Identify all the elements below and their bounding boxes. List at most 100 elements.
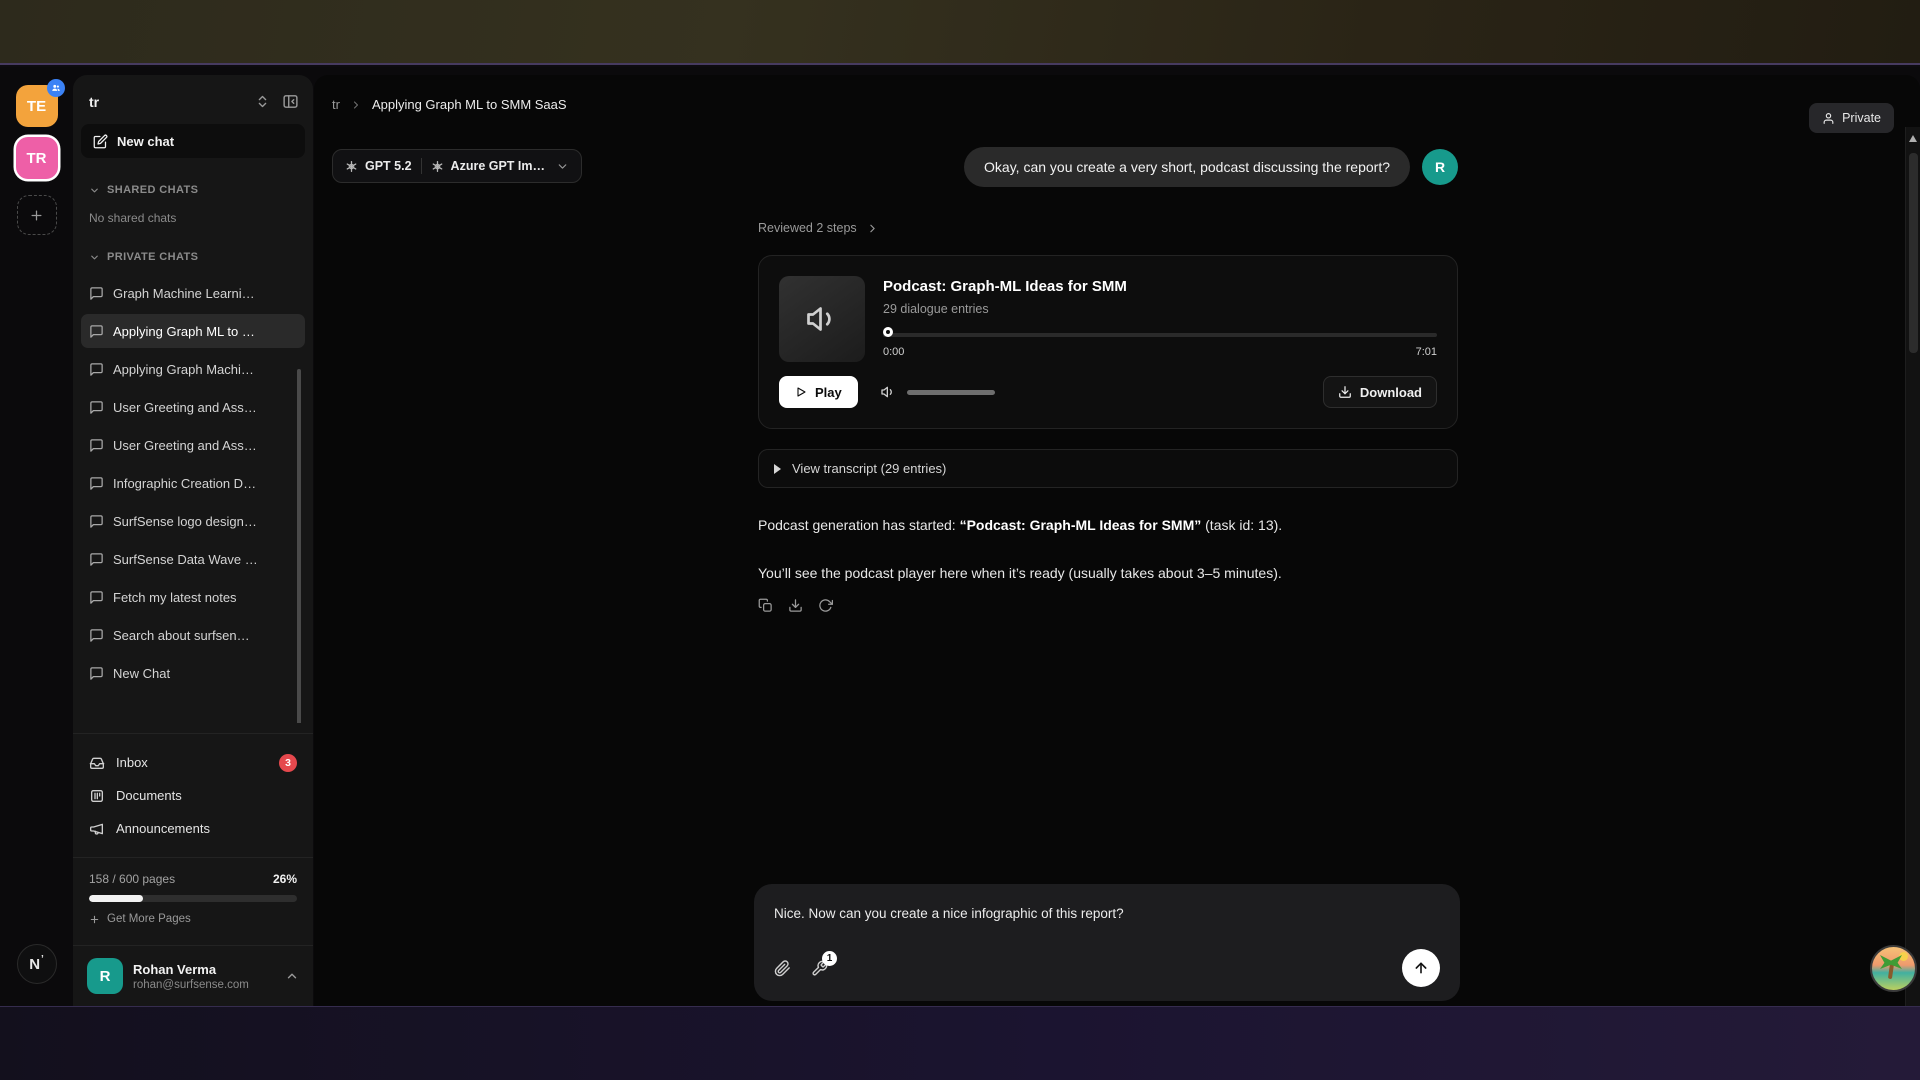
volume-slider[interactable] [907,390,995,395]
send-button[interactable] [1402,949,1440,987]
volume-control [880,384,995,400]
main-scrollbar[interactable] [1905,127,1920,1006]
new-chat-icon [93,134,108,149]
arrow-up-icon [1413,960,1429,976]
workspace-switcher-icon[interactable] [255,94,270,109]
openai-icon [345,160,358,173]
play-button[interactable]: Play [779,376,858,408]
scrollbar-thumb[interactable] [1909,153,1918,353]
status-podcast-name: “Podcast: Graph-ML Ideas for SMM” [960,517,1202,533]
pages-progress-bar [89,895,297,902]
get-more-pages-label: Get More Pages [107,913,191,925]
chat-list: Graph Machine Learni… Applying Graph ML … [73,276,313,690]
sidebar-item-inbox[interactable]: Inbox 3 [81,746,305,779]
chevron-up-icon [285,969,299,983]
sidebar-item-documents[interactable]: Documents [81,779,305,812]
desktop-bottom-band [0,1006,1920,1080]
account-menu[interactable]: R Rohan Verma rohan@surfsense.com [73,945,313,1006]
scroll-up-arrow[interactable] [1909,135,1917,142]
inbox-label: Inbox [116,755,148,770]
workspace-te[interactable]: TE [16,85,58,127]
chat-list-item[interactable]: SurfSense Data Wave … [81,542,305,576]
play-icon [795,386,807,398]
download-button[interactable]: Download [1323,376,1437,408]
chat-title: Search about surfsen… [113,628,250,643]
app-window: TE TR N’ tr New chat [0,67,1920,1006]
workspace-tr-active[interactable]: TR [16,137,58,179]
sidebar-scrollbar-thumb[interactable] [297,369,301,723]
privacy-toggle-button[interactable]: Private [1809,103,1894,133]
new-chat-button[interactable]: New chat [81,124,305,158]
add-workspace-button[interactable] [17,195,57,235]
pages-used-percent: 26% [273,872,297,886]
breadcrumb-chat-title: Applying Graph ML to SMM SaaS [372,97,567,112]
chevron-down-icon [89,185,100,196]
regenerate-icon[interactable] [818,598,833,613]
chat-list-item[interactable]: User Greeting and Ass… [81,428,305,462]
pages-progress-fill [89,895,143,902]
play-label: Play [815,385,842,400]
chat-list-item[interactable]: Search about surfsen… [81,618,305,652]
download-label: Download [1360,385,1422,400]
reviewed-steps-toggle[interactable]: Reviewed 2 steps [758,221,879,235]
collapse-sidebar-icon[interactable] [282,93,299,110]
chat-list-item[interactable]: Applying Graph ML to … [81,314,305,348]
chat-list-item[interactable]: Graph Machine Learni… [81,276,305,310]
volume-icon[interactable] [880,384,896,400]
chat-main: tr Applying Graph ML to SMM SaaS Private… [314,75,1920,1006]
tools-button[interactable]: 1 [811,960,828,977]
chat-list-item[interactable]: Infographic Creation D… [81,466,305,500]
message-actions [758,598,1458,613]
sidebar-item-announcements[interactable]: Announcements [81,812,305,845]
shared-chats-empty: No shared chats [73,211,313,225]
inbox-unread-badge: 3 [279,754,297,772]
plus-icon [89,914,100,925]
chevron-right-icon [866,222,879,235]
announcements-label: Announcements [116,821,210,836]
get-more-pages-button[interactable]: Get More Pages [89,913,297,925]
seek-slider[interactable] [883,327,1437,343]
chat-title: SurfSense logo design… [113,514,257,529]
chat-title: Infographic Creation D… [113,476,256,491]
private-chats-section-header[interactable]: PRIVATE CHATS [73,251,313,263]
conversation-column: Okay, can you create a very short, podca… [758,75,1458,1006]
copy-icon[interactable] [758,598,773,613]
breadcrumb: tr Applying Graph ML to SMM SaaS [332,97,567,112]
view-transcript-label: View transcript (29 entries) [792,461,946,476]
chat-list-item[interactable]: User Greeting and Ass… [81,390,305,424]
chat-list-item[interactable]: Applying Graph Machi… [81,352,305,386]
island-extension-badge[interactable] [1870,945,1917,992]
sidebar-header: tr [73,75,313,118]
openai-icon [431,160,444,173]
sidebar-scroll-area: SHARED CHATS No shared chats PRIVATE CHA… [73,158,313,723]
chat-bubble-icon [89,362,104,377]
user-name: Rohan Verma [133,962,249,977]
pages-used-label: 158 / 600 pages [89,872,175,886]
breadcrumb-workspace[interactable]: tr [332,97,340,112]
app-logo[interactable]: N’ [17,944,57,984]
download-icon[interactable] [788,598,803,613]
view-transcript-toggle[interactable]: View transcript (29 entries) [758,449,1458,488]
seek-knob[interactable] [883,327,893,337]
message-composer[interactable]: Nice. Now can you create a nice infograp… [754,884,1460,1001]
model-primary[interactable]: GPT 5.2 [345,159,412,173]
chat-bubble-icon [89,590,104,605]
model-secondary[interactable]: Azure GPT Im… [431,159,545,173]
status-text: Podcast generation has started: [758,517,960,533]
divider [421,158,422,174]
chat-bubble-icon [89,514,104,529]
person-icon [1822,112,1835,125]
chevron-down-icon[interactable] [556,160,569,173]
model-selector[interactable]: GPT 5.2 Azure GPT Im… [332,149,582,183]
podcast-entry-count: 29 dialogue entries [883,302,1437,316]
chat-list-item[interactable]: SurfSense logo design… [81,504,305,538]
attach-file-button[interactable] [774,960,791,977]
workspace-rail: TE TR N’ [0,67,73,1006]
caret-right-icon [774,464,781,474]
chat-list-item[interactable]: Fetch my latest notes [81,580,305,614]
chat-list-item[interactable]: New Chat [81,656,305,690]
chat-bubble-icon [89,552,104,567]
composer-input[interactable]: Nice. Now can you create a nice infograp… [774,906,1440,921]
shared-chats-section-header[interactable]: SHARED CHATS [73,184,313,196]
user-email: rohan@surfsense.com [133,979,249,991]
